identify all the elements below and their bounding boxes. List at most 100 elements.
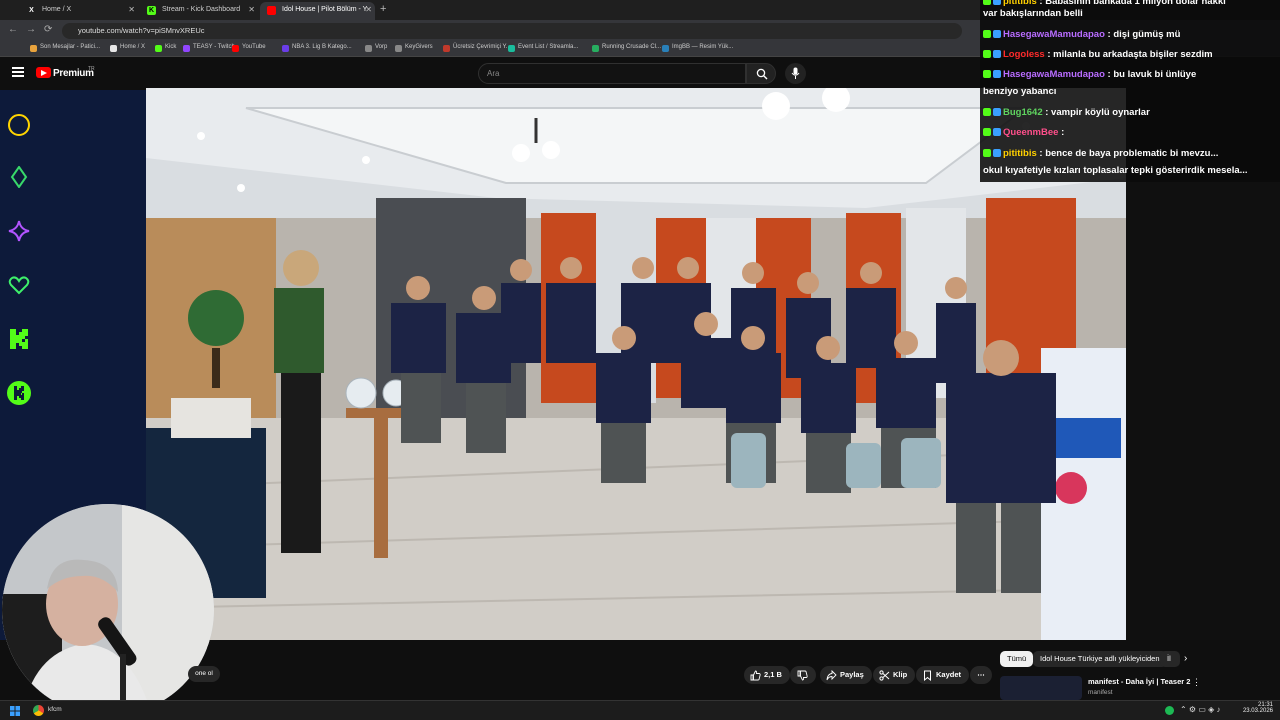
bookmark-item[interactable]: Son Mesajlar - Patici... [30,44,101,52]
like-button[interactable]: 2,1 B [744,666,790,684]
bookmark-label: KeyGivers [405,44,433,50]
kick-logo-icon: K [147,6,156,15]
save-button[interactable]: Kaydet [916,666,970,684]
close-tab-icon[interactable]: ✕ [128,2,135,18]
new-tab-button[interactable]: + [380,3,386,15]
chrome-taskbar-icon[interactable] [33,705,44,716]
tab-label: Stream - Kick Dashboard [162,6,241,13]
close-tab-icon[interactable]: ✕ [248,2,255,18]
related-video-title[interactable]: manifest - Daha İyi | Teaser 2 [1088,677,1190,686]
bookmark-label: YouTube [242,44,266,50]
search-icon [756,68,768,80]
chat-text: : dişi gümüş mü [1107,29,1181,40]
windows-taskbar: kfcm ⌃ ⚙ ▭ ◈ ♪ 21:31 23.03.2026 [0,700,1280,720]
chip-uploader[interactable]: Idol House Türkiye adlı yükleyiciden [1033,651,1167,667]
url-field[interactable]: youtube.com/watch?v=piSMnvXREUc [62,23,962,39]
kebab-menu-icon[interactable]: ⋮ [1192,677,1201,688]
taskbar-app-label[interactable]: kfcm [48,706,62,713]
kick-badge-icon [983,30,991,38]
join-button[interactable]: one ol [188,666,220,682]
bookmark-item[interactable]: Running Crusade Cl... [592,44,662,52]
bookmark-label: Running Crusade Cl... [602,44,662,50]
chat-text: : bence de baya problematic bi mevzu... [1039,148,1219,159]
tab-kick-dashboard[interactable]: K Stream - Kick Dashboard ✕ [140,2,258,20]
chat-username[interactable]: Bug1642 [1003,107,1043,118]
chat-username[interactable]: Logoless [1003,49,1045,60]
chat-username[interactable]: pititibis [1003,0,1037,7]
windows-start-icon[interactable] [10,706,20,716]
bookmark-label: Son Mesajlar - Patici... [40,44,101,50]
like-count: 2,1 B [764,670,782,679]
bookmark-item[interactable]: YouTube [232,44,266,52]
bookmark-item[interactable]: Ücretsiz Çevrimiçi Y... [443,44,511,52]
bookmark-item[interactable]: ImgBB — Resim Yük... [662,44,734,52]
search-input[interactable]: Ara [478,63,746,84]
bookmark-label: TEASY - Twitch [193,44,235,50]
tray-icons[interactable]: ⌃ ⚙ ▭ ◈ ♪ [1180,705,1220,714]
menu-icon[interactable] [12,67,24,77]
chat-username[interactable]: HasegawaMamudapao [1003,29,1105,40]
kick-badge-icon [7,381,31,405]
bookmark-label: ImgBB — Resim Yük... [672,44,734,50]
chat-message-continued: okul kıyafetiyle kızları toplasalar tepk… [983,165,1248,176]
kick-badge-icon [983,128,991,136]
subscriber-badge-icon [993,149,1001,157]
kick-badge-icon [983,0,991,5]
bookmark-item[interactable]: KeyGivers [395,44,433,52]
heart-icon [8,276,30,295]
bookmark-item[interactable]: Vorp [365,44,387,52]
bookmark-favicon-icon [155,45,162,52]
tab-idol-house[interactable]: Idol House | Pilot Bölüm - Y ✕ [260,2,375,20]
bookmark-item[interactable]: NBA 3. Lig B Katego... [282,44,352,52]
reload-icon[interactable]: ⟳ [44,24,52,35]
dislike-button[interactable] [790,666,816,684]
subscriber-badge-icon [993,30,1001,38]
spotify-icon[interactable] [1165,706,1174,715]
bookmark-item[interactable]: Kick [155,44,177,52]
close-tab-icon[interactable]: ✕ [365,2,372,18]
scissors-icon [879,670,890,681]
bookmark-label: Kick [165,44,177,50]
taskbar-clock[interactable]: 21:31 23.03.2026 [1237,702,1273,714]
subscriber-badge-icon [993,50,1001,58]
clip-button[interactable]: Klip [873,666,916,684]
save-label: Kaydet [936,670,962,679]
tab-label: Home / X [42,6,72,13]
region-code: TR [88,66,95,72]
voice-search-button[interactable] [785,63,806,84]
share-button[interactable]: Paylaş [820,666,872,684]
chip-more[interactable]: İl [1160,651,1180,667]
bookmark-item[interactable]: Event List / Streamla... [508,44,578,52]
bookmark-favicon-icon [395,45,402,52]
kick-badge-icon [983,149,991,157]
x-logo-icon: X [29,7,34,14]
tab-home-x[interactable]: X Home / X ✕ [20,2,138,20]
chat-text: : bu lavuk bi ünlüye [1107,69,1197,80]
bookmark-favicon-icon [443,45,450,52]
video-player[interactable] [146,88,1126,640]
related-video-channel[interactable]: manifest [1088,689,1113,696]
related-video-thumbnail[interactable] [1000,676,1082,700]
stream-chat-overlay: pititibis : Babasının bankada 1 milyon d… [980,0,1280,182]
bookmark-item[interactable]: TEASY - Twitch [183,44,235,52]
chat-text: : milanla bu arkadaşta bişiler sezdim [1047,49,1213,60]
bookmark-favicon-icon [662,45,669,52]
back-arrow-icon[interactable]: ← [8,24,18,35]
webcam-image [2,504,214,716]
chat-text: : [1061,127,1065,138]
chat-username[interactable]: QueenmBee [1003,127,1058,138]
bookmark-favicon-icon [232,45,239,52]
chevron-right-icon[interactable]: › [1184,653,1187,664]
bookmark-item[interactable]: Home / X [110,44,145,52]
search-button[interactable] [746,63,776,84]
chat-username[interactable]: HasegawaMamudapao [1003,69,1105,80]
youtube-logo-icon[interactable] [36,67,51,78]
bookmark-favicon-icon [365,45,372,52]
chip-all[interactable]: Tümü [1000,651,1034,667]
microphone-icon [791,67,800,79]
chat-username[interactable]: pititibis [1003,148,1037,159]
tab-label: Idol House | Pilot Bölüm - Y [282,6,368,13]
clock-date: 23.03.2026 [1242,708,1273,714]
more-actions-button[interactable]: ⋯ [970,666,992,684]
forward-arrow-icon[interactable]: → [26,24,36,35]
